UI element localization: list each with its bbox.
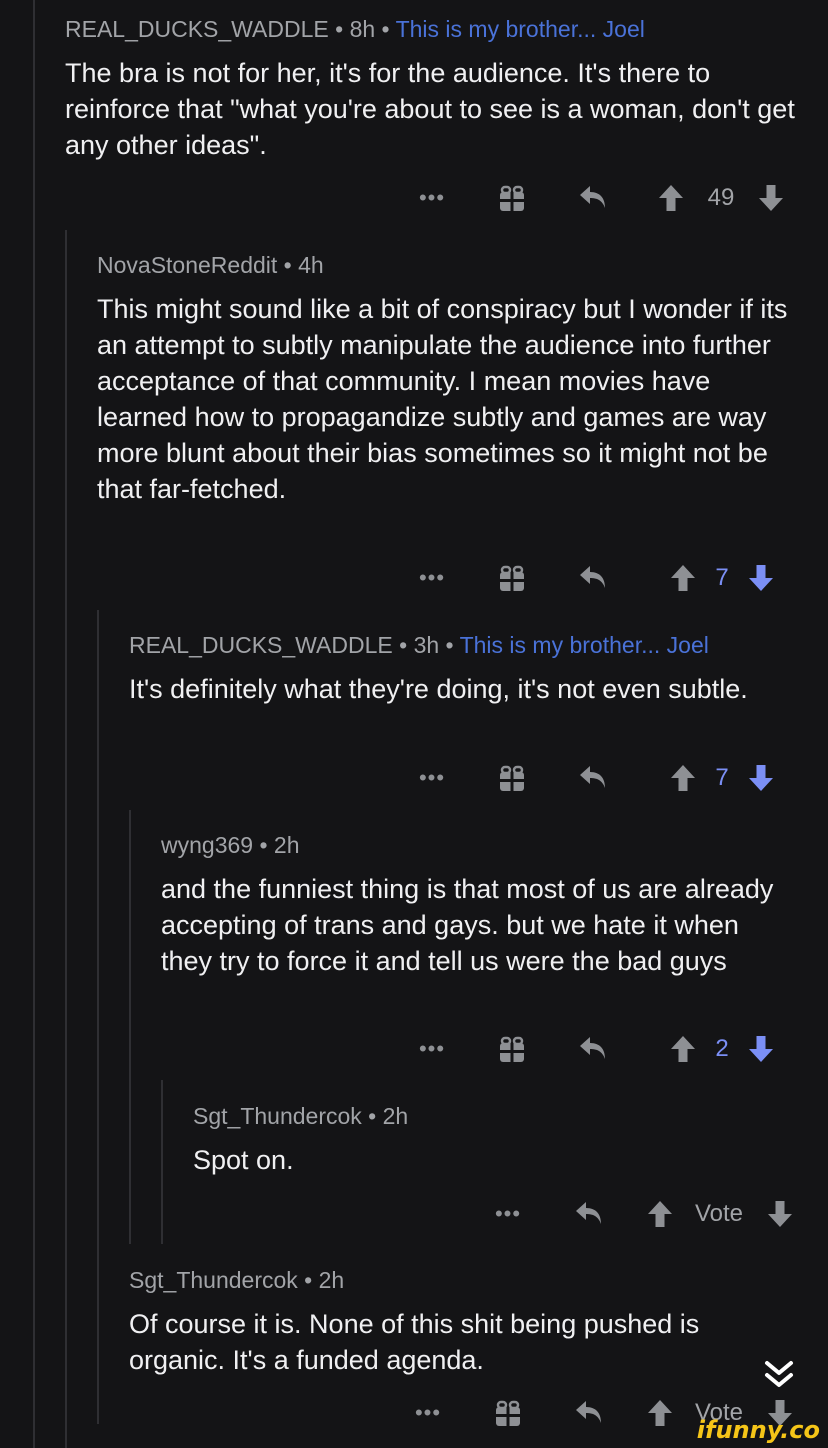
comment: NovaStoneReddit • 4h This might sound li… bbox=[97, 252, 802, 507]
comment-author[interactable]: Sgt_Thundercok bbox=[193, 1103, 362, 1129]
meta-separator: • bbox=[277, 252, 299, 278]
downvote-arrow-icon[interactable] bbox=[765, 1194, 795, 1234]
reply-arrow-icon[interactable] bbox=[572, 1393, 606, 1433]
comment-age: 2h bbox=[382, 1103, 409, 1129]
vote-score: 7 bbox=[715, 764, 729, 791]
more-dots-icon[interactable]: ••• bbox=[412, 758, 452, 798]
comment-age: 3h bbox=[413, 632, 440, 658]
comment: REAL_DUCKS_WADDLE • 3h • This is my brot… bbox=[129, 632, 799, 707]
gift-award-icon[interactable] bbox=[496, 758, 528, 798]
vote-score: 2 bbox=[715, 1035, 729, 1062]
vote-label: Vote bbox=[694, 1200, 744, 1227]
comment-body: and the funniest thing is that most of u… bbox=[161, 874, 774, 976]
upvote-arrow-icon[interactable] bbox=[668, 558, 698, 598]
ifunny-watermark: ifunny.co bbox=[696, 1416, 820, 1444]
comment-age: 8h bbox=[349, 16, 376, 42]
comment-body: This might sound like a bit of conspirac… bbox=[97, 294, 788, 504]
comment-meta: Sgt_Thundercok • 2h bbox=[129, 1267, 799, 1294]
gift-award-icon[interactable] bbox=[492, 1393, 524, 1433]
downvote-arrow-icon[interactable] bbox=[746, 758, 776, 798]
comment-actions: ••• 7 bbox=[0, 758, 828, 798]
meta-separator: • bbox=[392, 632, 414, 658]
more-dots-icon[interactable]: ••• bbox=[408, 1393, 448, 1433]
comment-author[interactable]: REAL_DUCKS_WADDLE bbox=[129, 632, 393, 658]
upvote-arrow-icon[interactable] bbox=[668, 758, 698, 798]
comment-body: Spot on. bbox=[193, 1145, 294, 1175]
comment: wyng369 • 2h and the funniest thing is t… bbox=[161, 832, 781, 979]
reply-arrow-icon[interactable] bbox=[576, 1029, 610, 1069]
downvote-arrow-icon[interactable] bbox=[746, 558, 776, 598]
thread-line-level-3[interactable] bbox=[129, 810, 131, 1244]
comment: REAL_DUCKS_WADDLE • 8h • This is my brot… bbox=[65, 16, 795, 163]
comment-actions: ••• 7 bbox=[0, 558, 828, 598]
reply-arrow-icon[interactable] bbox=[576, 558, 610, 598]
reply-arrow-icon[interactable] bbox=[576, 758, 610, 798]
upvote-arrow-icon[interactable] bbox=[645, 1194, 675, 1234]
vote-score: 49 bbox=[707, 184, 735, 211]
meta-separator: • bbox=[361, 1103, 383, 1129]
comment-author[interactable]: Sgt_Thundercok bbox=[129, 1267, 298, 1293]
comment-meta: REAL_DUCKS_WADDLE • 8h • This is my brot… bbox=[65, 16, 795, 43]
comment-meta: NovaStoneReddit • 4h bbox=[97, 252, 802, 279]
reply-arrow-icon[interactable] bbox=[576, 178, 610, 218]
comment-author[interactable]: NovaStoneReddit bbox=[97, 252, 277, 278]
meta-separator: • bbox=[253, 832, 274, 858]
downvote-arrow-icon[interactable] bbox=[756, 178, 786, 218]
meta-separator: • bbox=[297, 1267, 319, 1293]
more-dots-icon[interactable]: ••• bbox=[488, 1194, 528, 1234]
comment-body: The bra is not for her, it's for the aud… bbox=[65, 58, 795, 160]
upvote-arrow-icon[interactable] bbox=[656, 178, 686, 218]
comment-age: 2h bbox=[273, 832, 300, 858]
gift-award-icon[interactable] bbox=[496, 558, 528, 598]
comment-actions: ••• Vote bbox=[0, 1194, 828, 1234]
comment: Sgt_Thundercok • 2h Spot on. bbox=[193, 1103, 793, 1178]
comment-age: 2h bbox=[318, 1267, 345, 1293]
comment-author[interactable]: REAL_DUCKS_WADDLE bbox=[65, 16, 329, 42]
comment-body: Of course it is. None of this shit being… bbox=[129, 1309, 700, 1375]
thread-line-level-2[interactable] bbox=[97, 610, 99, 1424]
comment-body: It's definitely what they're doing, it's… bbox=[129, 674, 748, 704]
meta-separator: • bbox=[328, 16, 350, 42]
meta-separator: • bbox=[375, 16, 396, 42]
gift-award-icon[interactable] bbox=[496, 1029, 528, 1069]
comment-actions: ••• 2 bbox=[0, 1029, 828, 1069]
comment-age: 4h bbox=[298, 252, 324, 278]
reply-arrow-icon[interactable] bbox=[572, 1194, 606, 1234]
comment-meta: wyng369 • 2h bbox=[161, 832, 781, 859]
upvote-arrow-icon[interactable] bbox=[645, 1393, 675, 1433]
vote-score: 7 bbox=[715, 564, 729, 591]
comment-meta: Sgt_Thundercok • 2h bbox=[193, 1103, 793, 1130]
double-chevron-down-icon[interactable] bbox=[762, 1358, 796, 1392]
comment-author[interactable]: wyng369 bbox=[161, 832, 253, 858]
user-flair: This is my brother... Joel bbox=[395, 16, 645, 42]
comment-meta: REAL_DUCKS_WADDLE • 3h • This is my brot… bbox=[129, 632, 799, 659]
more-dots-icon[interactable]: ••• bbox=[412, 558, 452, 598]
meta-separator: • bbox=[439, 632, 460, 658]
more-dots-icon[interactable]: ••• bbox=[412, 178, 452, 218]
comment-actions: ••• 49 bbox=[0, 178, 828, 218]
thread-line-level-1[interactable] bbox=[65, 230, 67, 1448]
upvote-arrow-icon[interactable] bbox=[668, 1029, 698, 1069]
comment: Sgt_Thundercok • 2h Of course it is. Non… bbox=[129, 1267, 799, 1378]
more-dots-icon[interactable]: ••• bbox=[412, 1029, 452, 1069]
gift-award-icon[interactable] bbox=[496, 178, 528, 218]
user-flair: This is my brother... Joel bbox=[459, 632, 709, 658]
downvote-arrow-icon[interactable] bbox=[746, 1029, 776, 1069]
